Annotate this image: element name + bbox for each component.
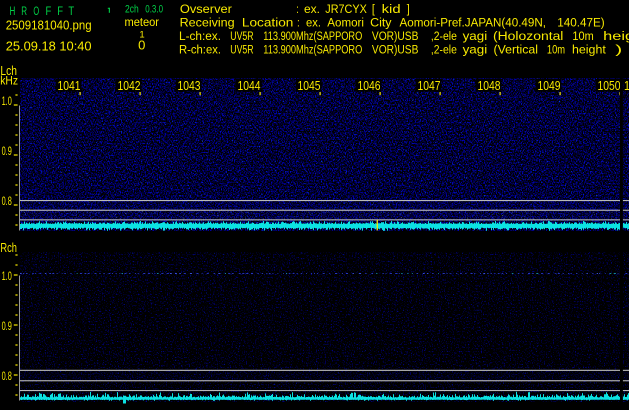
svg-text:(Holozontal: (Holozontal: [493, 29, 563, 43]
svg-text:T: T: [68, 6, 74, 18]
svg-text:10m: 10m: [572, 29, 593, 43]
svg-text:1049: 1049: [538, 79, 561, 93]
svg-text:meteor: meteor: [125, 17, 160, 29]
svg-text:VOR)USB: VOR)USB: [372, 29, 419, 43]
svg-text:140.47E): 140.47E): [557, 16, 605, 30]
svg-text:10: 10: [624, 79, 629, 93]
svg-text:H: H: [10, 6, 16, 18]
svg-text:ex.: ex.: [306, 16, 321, 30]
svg-text:0.3.0: 0.3.0: [145, 3, 163, 15]
svg-text:L-ch:ex.: L-ch:ex.: [179, 29, 221, 43]
svg-text:1045: 1045: [298, 79, 321, 93]
svg-text:O: O: [33, 6, 39, 18]
svg-text:R: R: [21, 6, 27, 18]
svg-text:0.9: 0.9: [2, 144, 12, 158]
svg-text:F: F: [46, 6, 52, 18]
svg-text:R-ch:ex.: R-ch:ex.: [179, 42, 221, 56]
svg-text:City: City: [370, 16, 392, 30]
svg-text:25.09.18 10:40: 25.09.18 10:40: [6, 38, 92, 53]
svg-text:F: F: [57, 6, 63, 18]
svg-text:Receiving: Receiving: [180, 16, 235, 30]
svg-text:Location: Location: [242, 16, 294, 30]
svg-text:1041: 1041: [58, 79, 81, 93]
svg-text:2509181040.png: 2509181040.png: [6, 17, 92, 32]
svg-text:ex.: ex.: [304, 2, 320, 16]
svg-text:0.8: 0.8: [2, 194, 12, 208]
svg-text:0: 0: [138, 38, 145, 53]
svg-text:1.0: 1.0: [2, 269, 12, 283]
svg-text:1046: 1046: [358, 79, 381, 93]
svg-text:yagi: yagi: [463, 42, 488, 56]
svg-text:1.0: 1.0: [2, 94, 12, 108]
svg-text:1048: 1048: [478, 79, 501, 93]
svg-text::: :: [297, 16, 300, 30]
svg-text:Aomori: Aomori: [327, 16, 364, 30]
svg-text:Rch: Rch: [0, 241, 17, 255]
svg-text:2ch: 2ch: [125, 3, 139, 15]
svg-text:(Vertical: (Vertical: [494, 42, 539, 56]
svg-text:1050: 1050: [598, 79, 621, 93]
svg-text:0.8: 0.8: [2, 369, 12, 383]
svg-text:1047: 1047: [418, 79, 441, 93]
svg-text:1042: 1042: [118, 79, 141, 93]
svg-text:UV5R: UV5R: [230, 29, 253, 43]
svg-text:,2-ele: ,2-ele: [431, 29, 457, 43]
svg-text:[: [: [372, 2, 376, 16]
svg-text:113.900Mhz(SAPPORO: 113.900Mhz(SAPPORO: [263, 29, 362, 43]
svg-text:height: height: [572, 42, 606, 56]
svg-text:10m: 10m: [547, 42, 565, 56]
svg-text:kid: kid: [382, 2, 401, 16]
svg-text:]: ]: [407, 2, 410, 16]
svg-text:height): height): [603, 29, 629, 43]
svg-text:VOR)USB: VOR)USB: [372, 42, 419, 56]
svg-text:,2-ele: ,2-ele: [431, 42, 457, 56]
svg-text:113.900Mhz(SAPPORO: 113.900Mhz(SAPPORO: [263, 42, 362, 56]
svg-text::: :: [296, 2, 299, 16]
svg-text:1044: 1044: [238, 79, 261, 93]
svg-text:yagi: yagi: [463, 29, 488, 43]
svg-text:): ): [615, 42, 622, 56]
svg-text:0.9: 0.9: [2, 319, 12, 333]
svg-text:kHz: kHz: [0, 75, 18, 87]
svg-text:1043: 1043: [178, 79, 201, 93]
svg-text:Ovserver: Ovserver: [180, 2, 232, 16]
svg-text:JR7CYX: JR7CYX: [325, 2, 367, 16]
svg-text:Aomori-Pref.JAPAN(40.49N,: Aomori-Pref.JAPAN(40.49N,: [400, 16, 547, 30]
svg-text:UV5R: UV5R: [230, 42, 253, 56]
